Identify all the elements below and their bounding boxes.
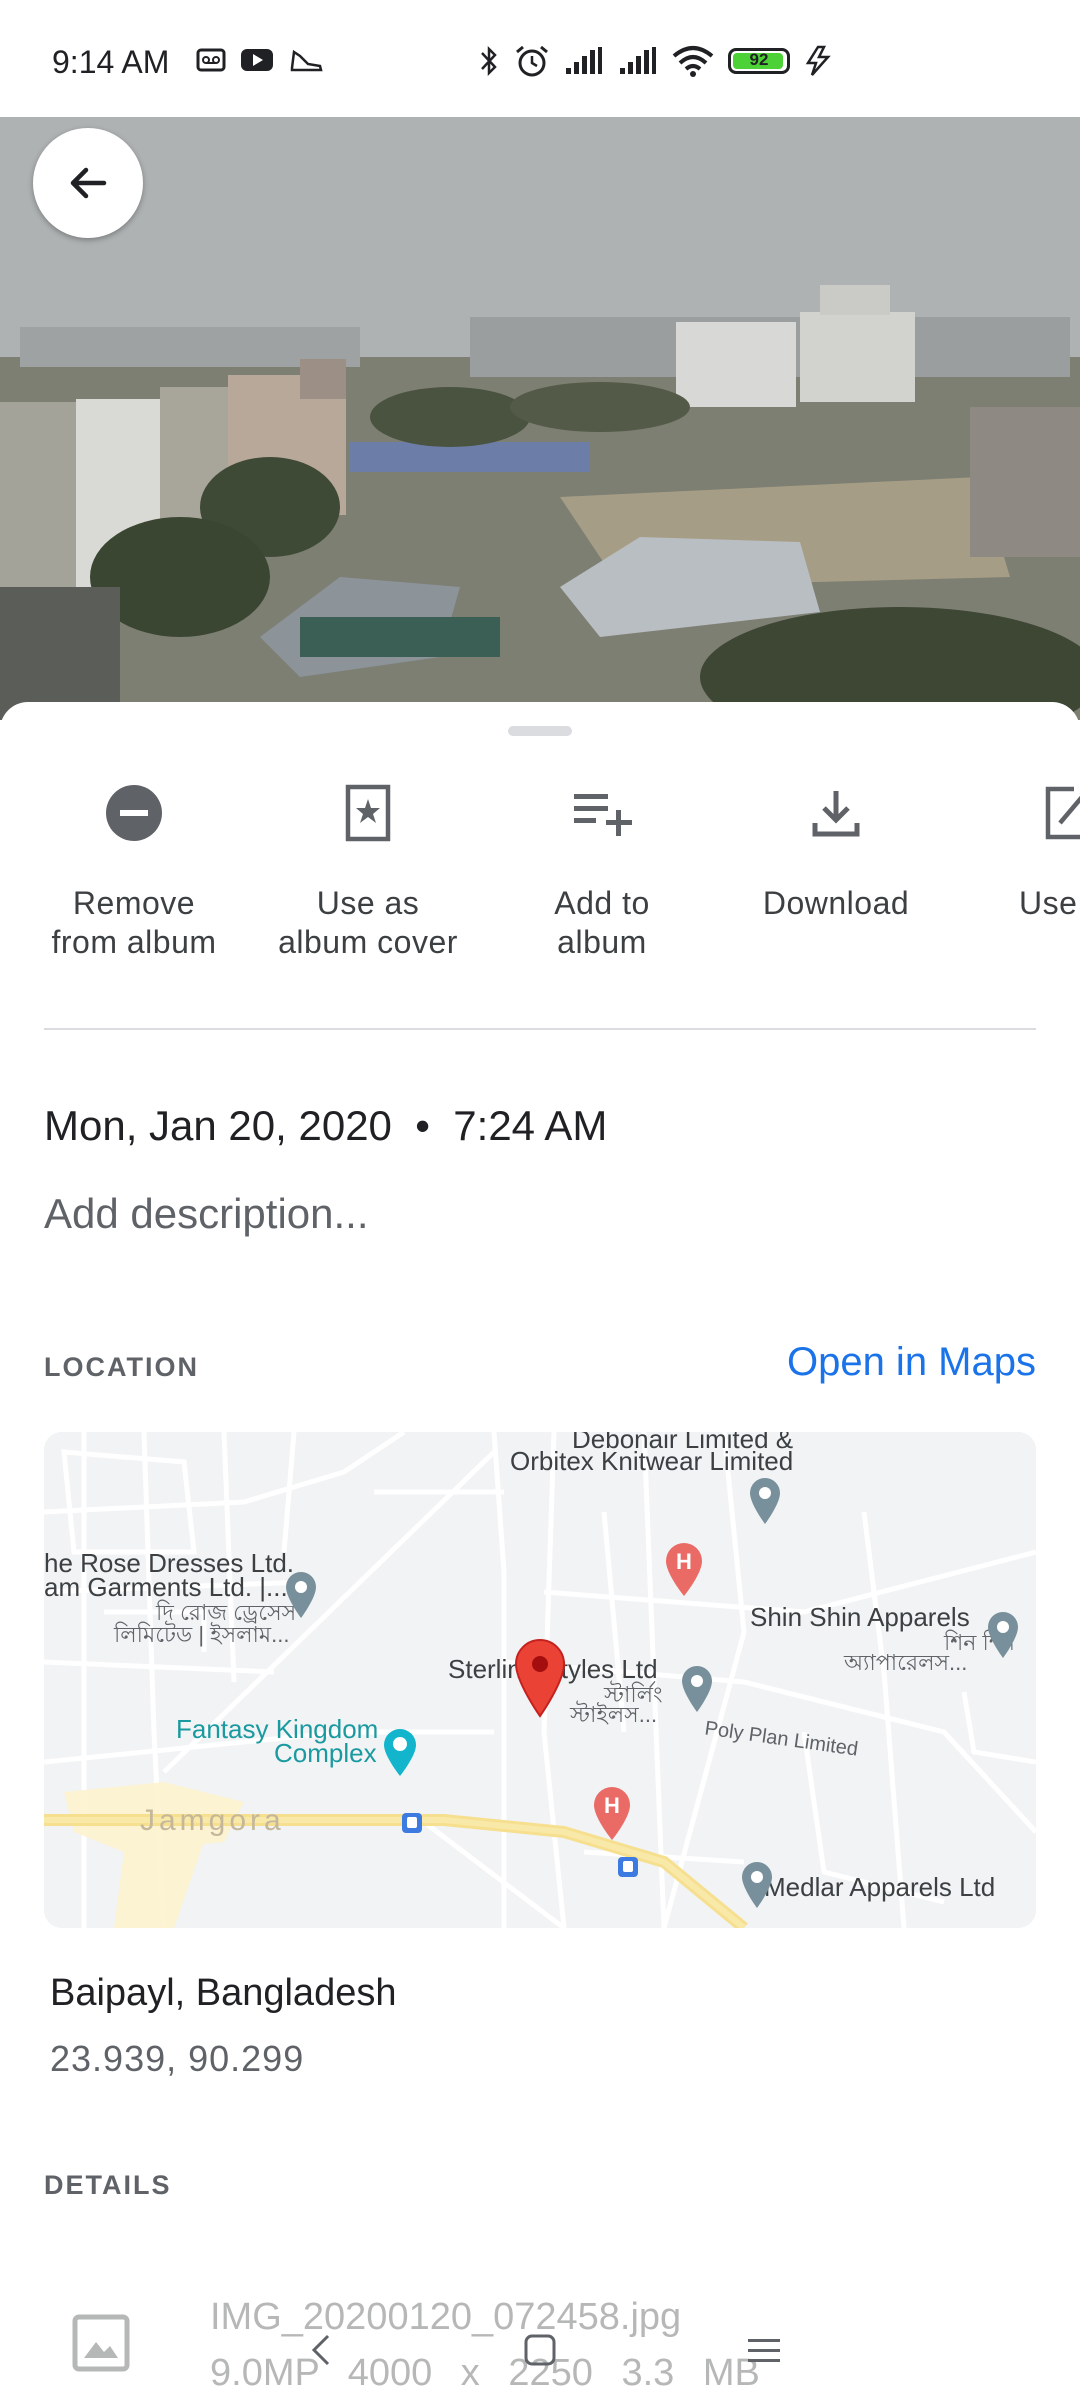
nav-menu-button[interactable] xyxy=(734,2320,794,2380)
bluetooth-icon xyxy=(481,45,497,77)
details-section-label: DETAILS xyxy=(44,2170,172,2200)
alarm-icon xyxy=(516,45,548,77)
charging-icon xyxy=(805,45,831,76)
remove-circle-icon xyxy=(106,785,162,841)
place-pin-icon xyxy=(742,1862,772,1908)
location-section-label: LOCATION xyxy=(44,1352,199,1382)
photo-image xyxy=(0,117,1080,720)
place-pin-icon xyxy=(750,1478,780,1524)
back-button[interactable] xyxy=(33,128,143,238)
nav-back-icon xyxy=(311,2334,330,2366)
map-label: Orbitex Knitwear Limited xyxy=(510,1446,794,1476)
map-label: স্টাইলস... xyxy=(570,1702,658,1727)
wifi-icon xyxy=(672,46,714,77)
download-icon xyxy=(812,791,860,837)
drag-handle[interactable] xyxy=(508,726,572,736)
nav-home-button[interactable] xyxy=(510,2320,570,2380)
status-time: 9:14 AM xyxy=(52,44,170,80)
location-map[interactable]: Debonair Limited & Orbitex Knitwear Limi… xyxy=(44,1432,1036,1928)
download-button[interactable]: Download xyxy=(726,778,946,923)
status-bar: 9:14 AM 92 xyxy=(0,0,1080,117)
divider xyxy=(44,1028,1036,1030)
map-label: Medlar Apparels Ltd xyxy=(764,1872,996,1902)
place-coordinates: 23.939, 90.299 xyxy=(50,2038,305,2079)
add-to-album-button[interactable]: Add to album xyxy=(492,778,712,962)
use-as-button[interactable]: Use xyxy=(960,778,1080,923)
place-pin-icon xyxy=(682,1666,712,1712)
playlist-add-icon xyxy=(574,794,632,836)
nav-menu-icon xyxy=(748,2339,780,2362)
photo-view[interactable] xyxy=(0,117,1080,720)
edit-icon xyxy=(1045,786,1080,840)
action-label-line1: Use as xyxy=(316,885,420,921)
place-pin-icon xyxy=(286,1572,316,1618)
battery-level: 92 xyxy=(749,50,769,69)
open-in-maps-link[interactable]: Open in Maps xyxy=(787,1340,1036,1385)
voicemail-icon xyxy=(196,48,226,72)
bus-stop-icon xyxy=(618,1857,638,1877)
place-name: Baipayl, Bangladesh xyxy=(50,1972,397,2014)
youtube-icon xyxy=(241,49,273,71)
add-description-field[interactable]: Add description... xyxy=(44,1190,369,1238)
nav-back-button[interactable] xyxy=(290,2320,350,2380)
svg-text:H: H xyxy=(676,1549,692,1574)
park-pin-icon xyxy=(384,1729,416,1776)
svg-text:H: H xyxy=(604,1793,620,1818)
action-label-line1: Download xyxy=(762,885,910,921)
hospital-pin-icon: H xyxy=(594,1787,630,1840)
action-label-line1: Remove xyxy=(72,885,196,921)
use-as-album-cover-button[interactable]: Use as album cover xyxy=(258,778,478,962)
signal-icon xyxy=(620,47,656,74)
place-pin-icon xyxy=(988,1612,1018,1658)
nav-home-icon xyxy=(524,2334,556,2366)
action-label-line1: Use xyxy=(1019,885,1078,921)
location-marker-icon xyxy=(514,1639,566,1718)
album-cover-icon xyxy=(345,784,391,842)
info-sheet: Remove from album Use as album cover Add t… xyxy=(0,702,1080,2400)
hospital-pin-icon: H xyxy=(666,1543,702,1596)
action-label-line2: album xyxy=(557,924,647,960)
remove-from-album-button[interactable]: Remove from album xyxy=(24,778,244,962)
map-label: Jamgora xyxy=(140,1804,285,1837)
map-label: অ্যাপারেলস... xyxy=(844,1650,968,1675)
bus-stop-icon xyxy=(402,1813,422,1833)
action-row: Remove from album Use as album cover Add t… xyxy=(0,778,1080,978)
photo-datetime[interactable]: Mon, Jan 20, 2020 • 7:24 AM xyxy=(44,1102,607,1150)
map-label: লিমিটেড | ইসলাম... xyxy=(114,1622,290,1647)
signal-icon xyxy=(566,47,602,74)
shoe-icon xyxy=(290,49,323,72)
battery-icon: 92 xyxy=(728,48,790,74)
action-label-line2: album cover xyxy=(278,924,458,960)
arrow-back-icon xyxy=(70,167,107,199)
action-label-line2: from album xyxy=(51,924,217,960)
system-nav-bar xyxy=(0,2300,1080,2400)
action-label-line1: Add to xyxy=(554,885,650,921)
map-label: Shin Shin Apparels xyxy=(750,1602,970,1632)
map-label: Complex xyxy=(274,1738,377,1768)
